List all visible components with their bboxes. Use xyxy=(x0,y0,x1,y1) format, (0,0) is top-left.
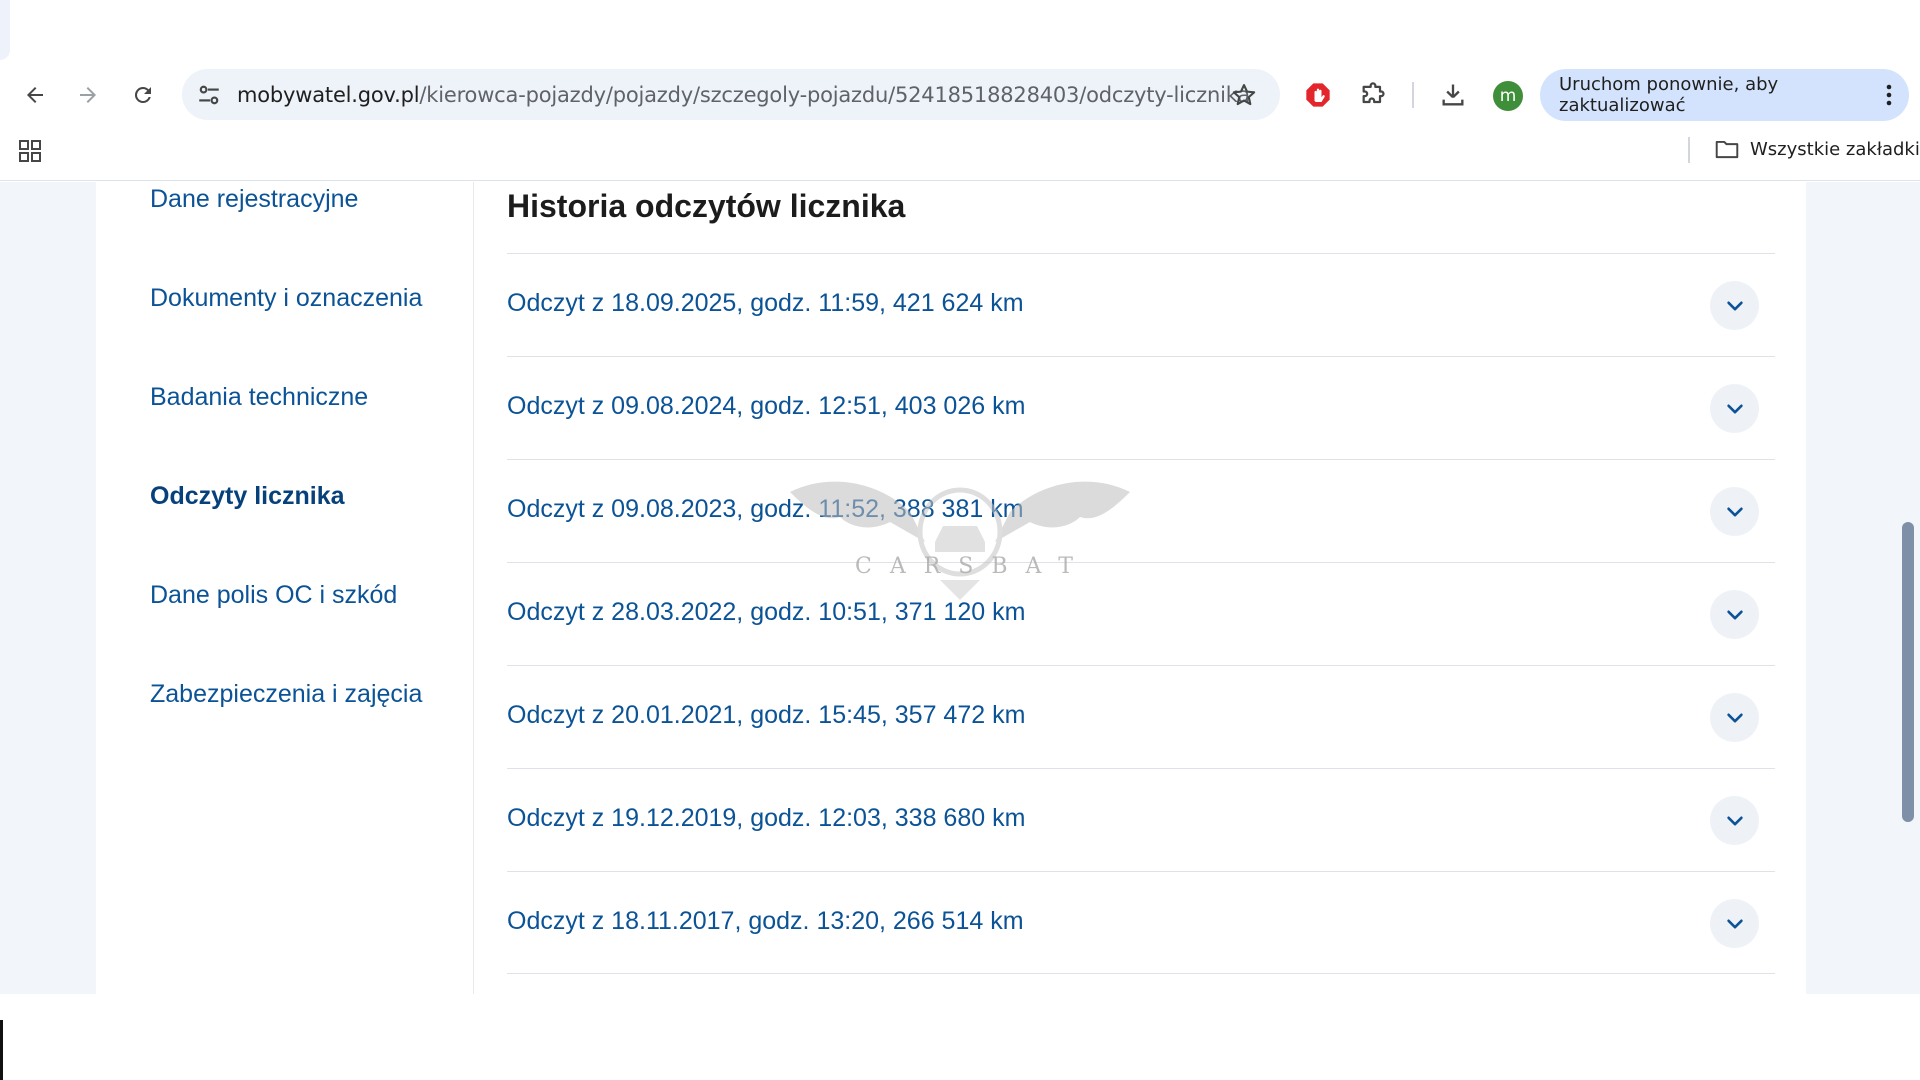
apps-grid-icon[interactable] xyxy=(18,139,42,163)
toolbar-divider xyxy=(1412,82,1414,108)
adblock-icon xyxy=(1306,83,1330,107)
expand-reading-button[interactable] xyxy=(1710,281,1759,330)
vehicle-sidebar-nav: Dane rejestracyjne Dokumenty i oznaczeni… xyxy=(96,182,474,994)
adblock-extension-button[interactable] xyxy=(1302,79,1334,111)
reading-row[interactable]: Odczyt z 20.01.2021, godz. 15:45, 357 47… xyxy=(507,665,1775,768)
back-arrow-icon xyxy=(27,87,43,103)
forward-arrow-icon xyxy=(80,87,96,103)
screen-edge xyxy=(0,1020,3,1080)
chevron-down-icon xyxy=(1726,713,1743,722)
all-bookmarks-button[interactable]: Wszystkie zakładki xyxy=(1714,136,1920,162)
browser-toolbar: mobywatel.gov.pl/kierowca-pojazdy/pojazd… xyxy=(0,0,1920,181)
site-settings-icon[interactable] xyxy=(196,82,222,108)
reading-label[interactable]: Odczyt z 09.08.2023, godz. 11:52, 388 38… xyxy=(507,495,1024,524)
readings-list: Odczyt z 18.09.2025, godz. 11:59, 421 62… xyxy=(507,253,1775,974)
downloads-button[interactable] xyxy=(1437,79,1469,111)
back-button[interactable] xyxy=(15,75,55,115)
reading-row[interactable]: Odczyt z 09.08.2024, godz. 12:51, 403 02… xyxy=(507,356,1775,459)
chevron-down-icon xyxy=(1726,301,1743,310)
forward-button[interactable] xyxy=(68,75,108,115)
address-bar[interactable]: mobywatel.gov.pl/kierowca-pojazdy/pojazd… xyxy=(182,69,1280,120)
sidebar-item-documents[interactable]: Dokumenty i oznaczenia xyxy=(150,284,422,313)
sidebar-item-registration-data[interactable]: Dane rejestracyjne xyxy=(150,185,358,214)
download-icon xyxy=(1442,84,1464,106)
sidebar-item-insurance[interactable]: Dane polis OC i szkód xyxy=(150,581,397,610)
window-edge xyxy=(0,0,10,60)
reading-row[interactable]: Odczyt z 18.09.2025, godz. 11:59, 421 62… xyxy=(507,253,1775,356)
reading-row[interactable]: Odczyt z 09.08.2023, godz. 11:52, 388 38… xyxy=(507,459,1775,562)
chevron-down-icon xyxy=(1726,816,1743,825)
sidebar-item-securities-seizures[interactable]: Zabezpieczenia i zajęcia xyxy=(150,680,422,709)
reload-icon xyxy=(134,86,151,103)
vehicle-details-card: Dane rejestracyjne Dokumenty i oznaczeni… xyxy=(96,182,1806,994)
chevron-down-icon xyxy=(1726,507,1743,516)
profile-avatar[interactable]: m xyxy=(1493,81,1523,111)
scrollbar-thumb[interactable] xyxy=(1902,522,1914,822)
page-viewport: Dane rejestracyjne Dokumenty i oznaczeni… xyxy=(0,182,1920,994)
page-title: Historia odczytów licznika xyxy=(507,188,906,224)
reading-row[interactable]: Odczyt z 18.11.2017, godz. 13:20, 266 51… xyxy=(507,871,1775,974)
url-path: /kierowca-pojazdy/pojazdy/szczegoly-poja… xyxy=(419,83,1250,107)
reading-label[interactable]: Odczyt z 28.03.2022, godz. 10:51, 371 12… xyxy=(507,598,1025,627)
reading-row[interactable]: Odczyt z 19.12.2019, godz. 12:03, 338 68… xyxy=(507,768,1775,871)
expand-reading-button[interactable] xyxy=(1710,590,1759,639)
extensions-button[interactable] xyxy=(1357,79,1389,111)
url-host: mobywatel.gov.pl xyxy=(237,83,420,107)
star-icon[interactable] xyxy=(1230,81,1258,109)
expand-reading-button[interactable] xyxy=(1710,693,1759,742)
extensions-icon xyxy=(1362,82,1385,104)
update-button-label: Uruchom ponownie, aby zaktualizować xyxy=(1559,74,1779,116)
chevron-down-icon xyxy=(1726,919,1743,928)
kebab-menu-icon[interactable] xyxy=(1886,82,1892,108)
reading-label[interactable]: Odczyt z 20.01.2021, godz. 15:45, 357 47… xyxy=(507,701,1025,730)
reading-label[interactable]: Odczyt z 09.08.2024, godz. 12:51, 403 02… xyxy=(507,392,1025,421)
expand-reading-button[interactable] xyxy=(1710,899,1759,948)
url-text[interactable]: mobywatel.gov.pl/kierowca-pojazdy/pojazd… xyxy=(237,83,1250,107)
bookmarks-divider xyxy=(1688,137,1690,163)
reload-button[interactable] xyxy=(123,75,163,115)
update-restart-button[interactable]: Uruchom ponownie, aby zaktualizować xyxy=(1540,69,1909,121)
chevron-down-icon xyxy=(1726,610,1743,619)
taskbar-area xyxy=(0,994,1920,1080)
chevron-down-icon xyxy=(1726,404,1743,413)
folder-icon xyxy=(1715,140,1739,159)
expand-reading-button[interactable] xyxy=(1710,487,1759,536)
expand-reading-button[interactable] xyxy=(1710,384,1759,433)
sidebar-item-odometer-readings[interactable]: Odczyty licznika xyxy=(150,482,345,511)
reading-label[interactable]: Odczyt z 18.09.2025, godz. 11:59, 421 62… xyxy=(507,289,1024,318)
reading-label[interactable]: Odczyt z 18.11.2017, godz. 13:20, 266 51… xyxy=(507,907,1024,936)
page-scrollbar[interactable] xyxy=(1900,182,1916,994)
reading-label[interactable]: Odczyt z 19.12.2019, godz. 12:03, 338 68… xyxy=(507,804,1025,833)
all-bookmarks-label: Wszystkie zakładki xyxy=(1750,138,1920,160)
sidebar-item-technical-inspections[interactable]: Badania techniczne xyxy=(150,383,368,412)
expand-reading-button[interactable] xyxy=(1710,796,1759,845)
reading-row[interactable]: Odczyt z 28.03.2022, godz. 10:51, 371 12… xyxy=(507,562,1775,665)
